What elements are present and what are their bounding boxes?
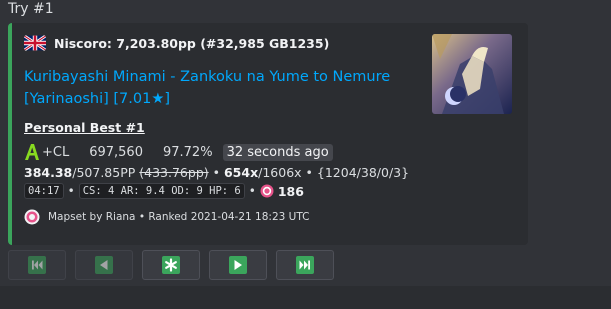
hit-counts: {1204/38/0/3} xyxy=(316,165,410,180)
author-name[interactable]: Niscoro: 7,203.80pp (#32,985 GB1235) xyxy=(54,36,329,51)
previous-icon xyxy=(95,256,113,274)
asterisk-icon xyxy=(162,256,180,274)
next-icon xyxy=(229,256,247,274)
previous-button[interactable] xyxy=(75,250,133,280)
stats-line: 04:17 • CS: 4 AR: 9.4 OD: 9 HP: 6 • 186 xyxy=(24,183,304,199)
max-combo: /1606x xyxy=(258,165,302,180)
separator: • xyxy=(248,184,256,198)
favourites-count: 186 xyxy=(277,183,304,199)
skip-to-first-icon xyxy=(28,256,46,274)
separator: • xyxy=(67,184,75,198)
beatmap-cover-image xyxy=(432,34,512,114)
length-code: 04:17 xyxy=(24,183,64,199)
bottom-bar xyxy=(0,286,611,309)
pp-fc: (433.76pp) xyxy=(139,165,209,180)
separator: • xyxy=(212,165,220,180)
field-name: Personal Best #1 xyxy=(24,120,145,135)
score-line: +CL 697,560 97.72% 32 seconds ago xyxy=(24,143,333,161)
timestamp: 32 seconds ago xyxy=(222,143,333,161)
skip-to-first-button[interactable] xyxy=(8,250,66,280)
separator: • xyxy=(305,165,313,180)
mods: +CL xyxy=(42,144,70,160)
pagination-buttons xyxy=(8,250,334,280)
next-button[interactable] xyxy=(209,250,267,280)
score-embed: Niscoro: 7,203.80pp (#32,985 GB1235) Kur… xyxy=(8,23,528,245)
embed-footer: Mapset by Riana • Ranked 2021-04-21 18:2… xyxy=(24,209,309,225)
pp-line: 384.38/507.85PP (433.76pp) • 654x/1606x … xyxy=(24,165,409,180)
embed-accent-bar xyxy=(8,23,12,245)
beatmap-title-link[interactable]: Kuribayashi Minami - Zankoku na Yume to … xyxy=(24,66,414,110)
score-value: 697,560 xyxy=(89,144,143,160)
uk-flag-icon xyxy=(24,35,46,51)
osu-favourite-icon xyxy=(260,184,274,198)
pp-max: /507.85PP xyxy=(72,165,136,180)
rank-a-icon xyxy=(25,144,39,160)
message-title: Try #1 xyxy=(8,1,54,17)
embed-author[interactable]: Niscoro: 7,203.80pp (#32,985 GB1235) xyxy=(24,35,329,51)
skip-to-last-button[interactable] xyxy=(276,250,334,280)
combo-value: 654x xyxy=(223,165,259,180)
difficulty-stats-code: CS: 4 AR: 9.4 OD: 9 HP: 6 xyxy=(78,183,245,199)
skip-to-last-icon xyxy=(296,256,314,274)
accuracy-value: 97.72% xyxy=(162,144,213,160)
pp-value: 384.38 xyxy=(24,165,73,180)
footer-text: Mapset by Riana • Ranked 2021-04-21 18:2… xyxy=(48,211,310,223)
osu-logo-icon xyxy=(24,209,40,225)
asterisk-button[interactable] xyxy=(142,250,200,280)
